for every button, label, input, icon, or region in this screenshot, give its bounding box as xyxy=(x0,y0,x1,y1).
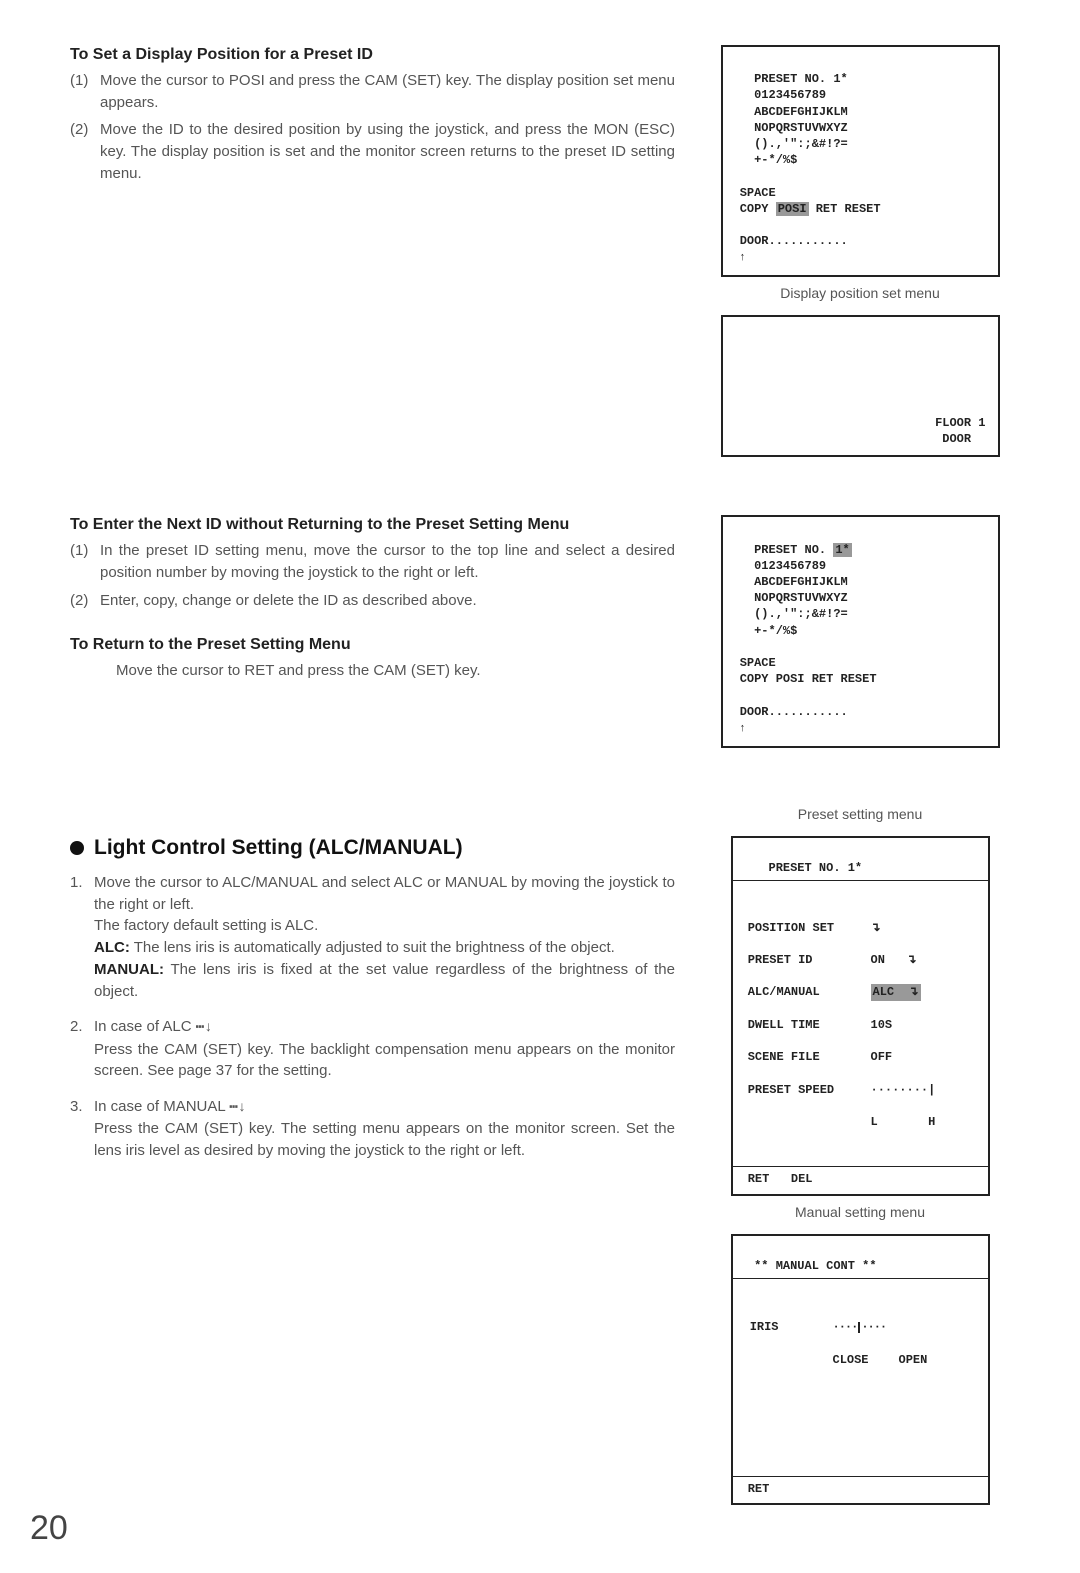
step-num: (1) xyxy=(70,540,100,584)
heading-return-preset: To Return to the Preset Setting Menu xyxy=(70,635,675,656)
light-control-steps: 1. Move the cursor to ALC/MANUAL and sel… xyxy=(70,872,675,1162)
heading-text: Light Control Setting (ALC/MANUAL) xyxy=(94,836,463,860)
steps-set-display-position: (1) Move the cursor to POSI and press th… xyxy=(70,70,675,185)
step-text: Move the ID to the desired position by u… xyxy=(100,119,675,184)
page-number: 20 xyxy=(30,1509,68,1548)
row-val: ↴ xyxy=(871,920,881,936)
menu-line: DOOR........... xyxy=(733,705,848,719)
menu-line: 0123456789 xyxy=(733,88,827,102)
step-body: Press the CAM (SET) key. The setting men… xyxy=(94,1120,675,1159)
row-val: ········| xyxy=(871,1082,936,1098)
highlighted-alc: ALC ↴ xyxy=(871,984,921,1000)
light-step-1: 1. Move the cursor to ALC/MANUAL and sel… xyxy=(70,872,675,1003)
highlighted-posi: POSI xyxy=(776,202,809,216)
menu-line: NOPQRSTUVWXYZ xyxy=(733,591,848,605)
return-preset-body: Move the cursor to RET and press the CAM… xyxy=(116,660,675,682)
menu-title: ** MANUAL CONT ** xyxy=(733,1259,877,1273)
menu-line: SPACE xyxy=(733,656,776,670)
step-num: (1) xyxy=(70,70,100,114)
preset-setting-menu-box: PRESET NO. 1* POSITION SET↴ PRESET IDON … xyxy=(731,836,990,1196)
step-text: In the preset ID setting menu, move the … xyxy=(100,540,675,584)
step-2: (2) Move the ID to the desired position … xyxy=(70,119,675,184)
step-body: Move the cursor to ALC/MANUAL and select… xyxy=(94,874,675,913)
meter-cursor-icon xyxy=(858,1322,860,1333)
manual-setting-menu-box: ** MANUAL CONT ** IRIS ········ CLOSE OPE… xyxy=(731,1234,990,1505)
alc-label: ALC: xyxy=(94,939,130,956)
step-lead: In case of MANUAL xyxy=(94,1098,229,1115)
preview-line: DOOR xyxy=(942,432,985,446)
preview-line: FLOOR 1 xyxy=(935,416,985,430)
menu-line: NOPQRSTUVWXYZ xyxy=(733,121,848,135)
display-position-preview-box: FLOOR 1 DOOR xyxy=(721,315,1000,457)
step-1: (1) In the preset ID setting menu, move … xyxy=(70,540,675,584)
manual-text: The lens iris is fixed at the set value … xyxy=(94,961,675,1000)
cursor-up-icon: ↑ xyxy=(733,723,746,735)
menu-line: 0123456789 xyxy=(733,559,827,573)
row-val: 10S xyxy=(871,1017,893,1033)
menu-line: +-*/%$ xyxy=(733,624,798,638)
menu-line: COPY POSI RET RESET xyxy=(733,202,881,216)
iris-meter: ········ xyxy=(833,1319,887,1335)
preset-id-menu-box-1: PRESET NO. 1* 0123456789 ABCDEFGHIJKLM N… xyxy=(721,45,1000,277)
menu-line: ABCDEFGHIJKLM xyxy=(733,575,848,589)
heading-light-control: Light Control Setting (ALC/MANUAL) xyxy=(70,836,675,860)
step-num: 3. xyxy=(70,1096,94,1162)
step-lead: In case of ALC xyxy=(94,1018,196,1035)
alc-text: The lens iris is automatically adjusted … xyxy=(130,939,615,956)
steps-enter-next-id: (1) In the preset ID setting menu, move … xyxy=(70,540,675,611)
light-step-2: 2. In case of ALC ⋯↓ Press the CAM (SET)… xyxy=(70,1016,675,1082)
row-label: DWELL TIME xyxy=(741,1017,871,1033)
menu-line: DOOR........... xyxy=(733,234,848,248)
heading-set-display-position: To Set a Display Position for a Preset I… xyxy=(70,45,675,66)
row-label: POSITION SET xyxy=(741,920,871,936)
row-val: OFF xyxy=(871,1049,893,1065)
caption-preset-setting: Preset setting menu xyxy=(798,806,923,822)
open-label: OPEN xyxy=(899,1352,928,1368)
step-extra: The factory default setting is ALC. xyxy=(94,917,318,934)
menu-footer: RET DEL xyxy=(741,1172,813,1186)
step-num: 2. xyxy=(70,1016,94,1082)
row-label: PRESET ID xyxy=(741,952,871,968)
row-label: PRESET SPEED xyxy=(741,1082,871,1098)
menu-line: COPY POSI RET RESET xyxy=(733,672,877,686)
row-val: L H xyxy=(871,1114,936,1130)
step-body: Press the CAM (SET) key. The backlight c… xyxy=(94,1041,675,1080)
menu-line: +-*/%$ xyxy=(733,153,798,167)
caption-display-position: Display position set menu xyxy=(780,285,940,301)
menu-footer: RET xyxy=(741,1482,770,1496)
menu-line: ().,'":;&#!?= xyxy=(733,137,848,151)
step-num: (2) xyxy=(70,119,100,184)
row-val: ON ↴ xyxy=(871,952,917,968)
manual-label: MANUAL: xyxy=(94,961,164,978)
iris-label: IRIS xyxy=(743,1319,833,1335)
step-num: 1. xyxy=(70,872,94,1003)
menu-line: ABCDEFGHIJKLM xyxy=(733,105,848,119)
bullet-icon xyxy=(70,841,84,855)
heading-enter-next-id: To Enter the Next ID without Returning t… xyxy=(70,515,675,536)
row-label: SCENE FILE xyxy=(741,1049,871,1065)
close-label: CLOSE xyxy=(833,1352,869,1368)
cursor-up-icon: ↑ xyxy=(733,252,746,264)
menu-line: PRESET NO. 1* xyxy=(733,72,848,86)
submenu-icon: ⋯↓ xyxy=(229,1098,246,1118)
step-num: (2) xyxy=(70,590,100,612)
menu-title: PRESET NO. 1* xyxy=(733,861,863,875)
step-text: Move the cursor to POSI and press the CA… xyxy=(100,70,675,114)
preset-id-menu-box-2: PRESET NO. 1* 0123456789 ABCDEFGHIJKLM N… xyxy=(721,515,1000,747)
menu-line: SPACE xyxy=(733,186,776,200)
step-2: (2) Enter, copy, change or delete the ID… xyxy=(70,590,675,612)
row-label xyxy=(741,1114,871,1130)
step-text: Enter, copy, change or delete the ID as … xyxy=(100,590,675,612)
caption-manual-setting: Manual setting menu xyxy=(795,1204,925,1220)
row-label: ALC/MANUAL xyxy=(741,984,871,1000)
highlighted-number: 1* xyxy=(833,543,851,557)
light-step-3: 3. In case of MANUAL ⋯↓ Press the CAM (S… xyxy=(70,1096,675,1162)
menu-line: PRESET NO. 1* xyxy=(733,543,852,557)
menu-line: ().,'":;&#!?= xyxy=(733,607,848,621)
step-1: (1) Move the cursor to POSI and press th… xyxy=(70,70,675,114)
submenu-icon: ⋯↓ xyxy=(196,1018,213,1038)
